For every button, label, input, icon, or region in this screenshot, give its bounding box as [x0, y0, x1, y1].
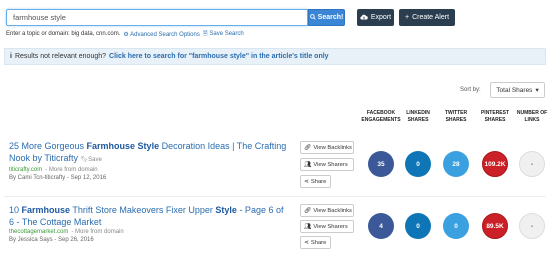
- title-only-search-link[interactable]: Click here to search for "farmhouse styl…: [109, 53, 329, 60]
- result-byline: By Cami Tcn-titicrafty - Sep 12, 2016: [9, 175, 107, 181]
- result-domain[interactable]: thecottagemarket.com: [9, 229, 68, 235]
- cloud-download-icon: [360, 14, 368, 22]
- pinterest-shares: 89.5K: [482, 213, 508, 239]
- result-title[interactable]: 25 More Gorgeous Farmhouse Style Decorat…: [9, 140, 289, 166]
- col-facebook[interactable]: FACEBOOK ENGAGEMENTS: [360, 110, 402, 123]
- col-twitter[interactable]: TWITTER SHARES: [435, 110, 477, 123]
- result-item: 25 More Gorgeous Farmhouse Style Decorat…: [9, 140, 289, 181]
- link-icon: 🔗︎: [304, 207, 312, 214]
- search-button-label: Search!: [317, 14, 344, 21]
- col-linkedin[interactable]: LINKEDIN SHARES: [397, 110, 439, 123]
- save-link[interactable]: 🔖︎Save: [81, 157, 102, 163]
- result-source: thecottagemarket.com - More from domain: [9, 229, 289, 235]
- result-source: titicrafty.com - More from domain: [9, 167, 289, 173]
- export-button-label: Export: [370, 14, 392, 21]
- twitter-shares: 28: [443, 151, 469, 177]
- view-sharers-button[interactable]: 👥︎ View Sharers: [300, 158, 354, 171]
- notice-lead: Results not relevant enough?: [14, 53, 107, 60]
- sort-selected: Total Shares: [496, 86, 533, 94]
- result-divider: [4, 196, 546, 197]
- users-icon: 👥︎: [304, 161, 312, 168]
- advanced-search-link[interactable]: ⚙ Advanced Search Options: [123, 31, 199, 38]
- gear-icon: ⚙: [123, 31, 129, 38]
- result-domain[interactable]: titicrafty.com: [9, 167, 42, 173]
- link-icon: 🔗︎: [304, 144, 312, 151]
- sort-label: Sort by:: [460, 87, 481, 93]
- number-of-links: -: [519, 213, 545, 239]
- search-input[interactable]: [6, 9, 308, 26]
- save-search-link[interactable]: 🗎 Save Search: [203, 29, 244, 39]
- number-of-links: -: [519, 151, 545, 177]
- sort-dropdown[interactable]: Total Shares ▾: [490, 82, 545, 98]
- share-icon: ⋖: [304, 178, 309, 185]
- view-backlinks-button[interactable]: 🔗︎ View Backlinks: [300, 141, 354, 154]
- search-hint-text: Enter a topic or domain: big data, cnn.c…: [6, 31, 121, 37]
- view-backlinks-button[interactable]: 🔗︎ View Backlinks: [300, 204, 354, 217]
- export-button[interactable]: Export: [357, 9, 394, 26]
- create-alert-button[interactable]: + Create Alert: [399, 9, 455, 26]
- share-button[interactable]: ⋖ Share: [300, 236, 331, 249]
- share-button[interactable]: ⋖ Share: [300, 175, 331, 188]
- result-byline: By Jessica Says - Sep 26, 2016: [9, 237, 94, 243]
- caret-down-icon: ▾: [535, 87, 539, 94]
- info-icon: i: [10, 53, 12, 60]
- facebook-engagements: 4: [368, 213, 394, 239]
- linkedin-shares: 0: [405, 213, 431, 239]
- save-icon: 🗎: [202, 31, 208, 37]
- plus-icon: +: [404, 14, 410, 21]
- linkedin-shares: 0: [405, 151, 431, 177]
- pinterest-shares: 109.2K: [482, 151, 508, 177]
- create-alert-label: Create Alert: [412, 14, 450, 21]
- result-item: 10 Farmhouse Thrift Store Makeovers Fixe…: [9, 204, 289, 243]
- result-title[interactable]: 10 Farmhouse Thrift Store Makeovers Fixe…: [9, 204, 289, 228]
- relevance-notice: i Results not relevant enough? Click her…: [4, 48, 546, 65]
- col-links[interactable]: NUMBER OF LINKS: [511, 110, 550, 123]
- search-bar: Search!: [6, 9, 345, 26]
- twitter-shares: 0: [443, 213, 469, 239]
- view-sharers-button[interactable]: 👥︎ View Sharers: [300, 220, 354, 233]
- users-icon: 👥︎: [304, 223, 312, 230]
- search-icon: [309, 13, 316, 22]
- more-from-domain-link[interactable]: - More from domain: [71, 229, 123, 235]
- share-icon: ⋖: [304, 239, 309, 246]
- col-pinterest[interactable]: PINTEREST SHARES: [474, 110, 516, 123]
- more-from-domain-link[interactable]: - More from domain: [45, 167, 97, 173]
- facebook-engagements: 35: [368, 151, 394, 177]
- search-button[interactable]: Search!: [308, 9, 345, 26]
- search-hint: Enter a topic or domain: big data, cnn.c…: [6, 29, 244, 39]
